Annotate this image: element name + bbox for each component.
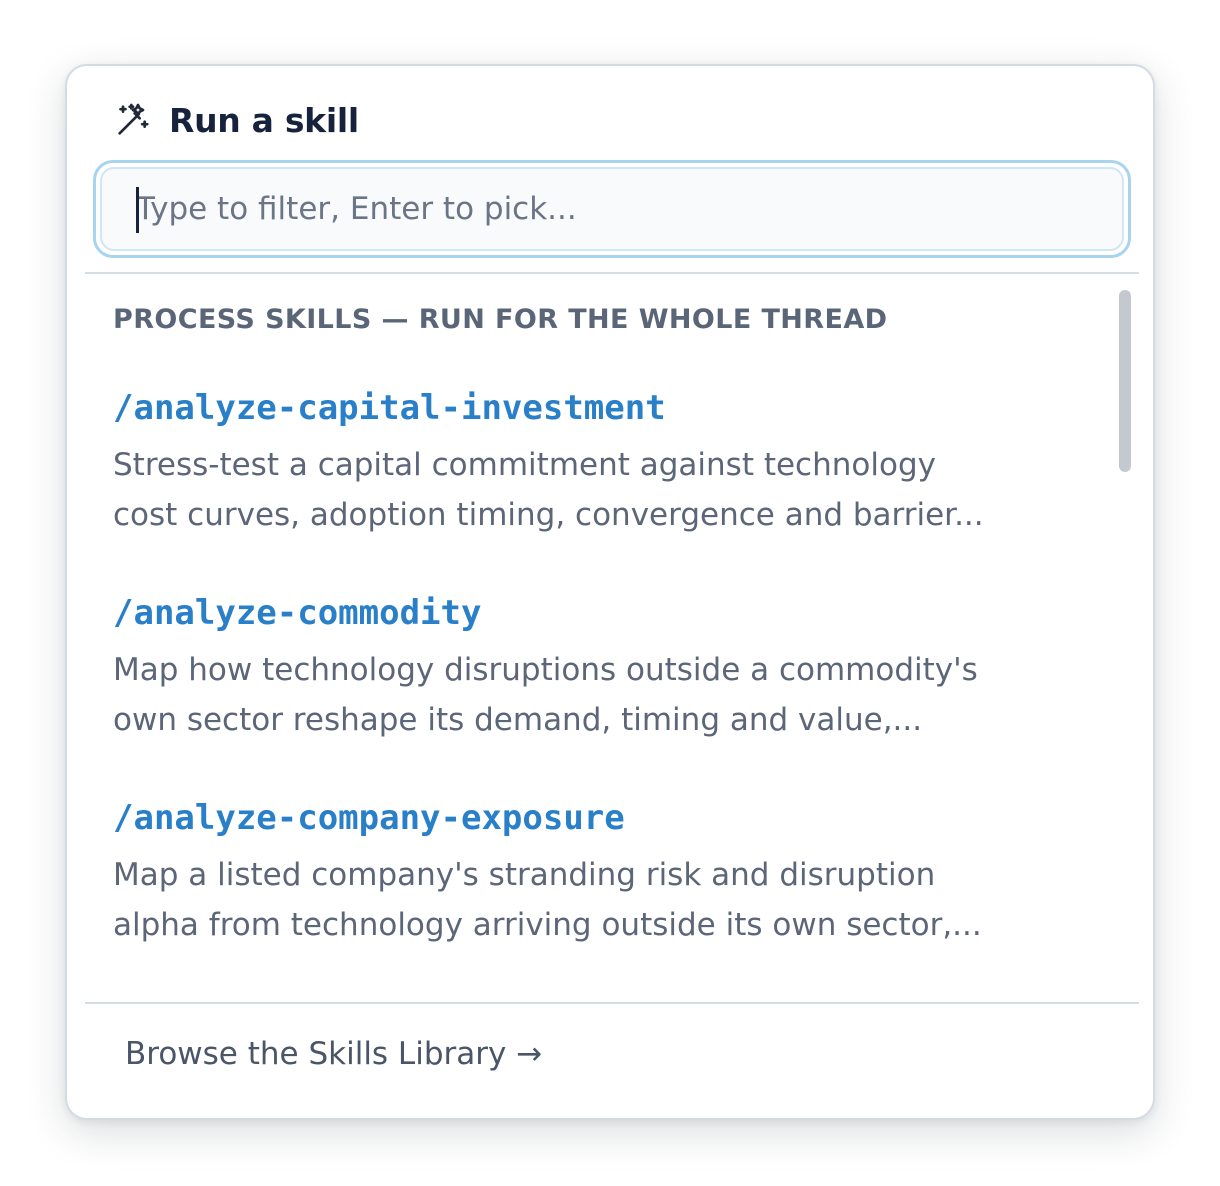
skill-description-line: Map a listed company's stranding risk an… [113, 857, 936, 893]
scrollbar-thumb[interactable] [1119, 290, 1131, 472]
skill-item-analyze-company-exposure[interactable]: /analyze-company-exposure Map a listed c… [113, 796, 1083, 950]
search-focus-ring [93, 160, 1131, 258]
run-skill-panel: Run a skill PROCESS SKILLS — RUN FOR THE… [65, 64, 1155, 1120]
magic-wand-icon [118, 103, 149, 135]
browse-skills-library-link[interactable]: Browse the Skills Library → [125, 1036, 542, 1072]
skill-description-line: cost curves, adoption timing, convergenc… [113, 497, 984, 533]
skill-name: /analyze-commodity [113, 593, 482, 633]
skill-item-analyze-capital-investment[interactable]: /analyze-capital-investment Stress-test … [113, 386, 1083, 540]
panel-header: Run a skill [113, 98, 359, 142]
text-caret [136, 187, 139, 233]
skill-description-line: Stress-test a capital commitment against… [113, 447, 936, 483]
skill-item-analyze-commodity[interactable]: /analyze-commodity Map how technology di… [113, 591, 1083, 745]
skill-description-line: alpha from technology arriving outside i… [113, 907, 982, 943]
skill-filter-input[interactable] [100, 167, 1124, 251]
skill-description: Map a listed company's stranding risk an… [113, 850, 1083, 950]
skill-name: /analyze-company-exposure [113, 798, 625, 838]
skill-list[interactable]: PROCESS SKILLS — RUN FOR THE WHOLE THREA… [67, 274, 1153, 1002]
panel-title: Run a skill [169, 100, 359, 140]
section-title: PROCESS SKILLS — RUN FOR THE WHOLE THREA… [113, 304, 888, 335]
scrollbar[interactable] [1117, 286, 1133, 1002]
skill-description: Map how technology disruptions outside a… [113, 645, 1083, 745]
skill-description-line: Map how technology disruptions outside a… [113, 652, 978, 688]
divider-bottom [85, 1002, 1139, 1004]
skill-name: /analyze-capital-investment [113, 388, 666, 428]
skill-description: Stress-test a capital commitment against… [113, 440, 1083, 540]
skill-description-line: own sector reshape its demand, timing an… [113, 702, 923, 738]
